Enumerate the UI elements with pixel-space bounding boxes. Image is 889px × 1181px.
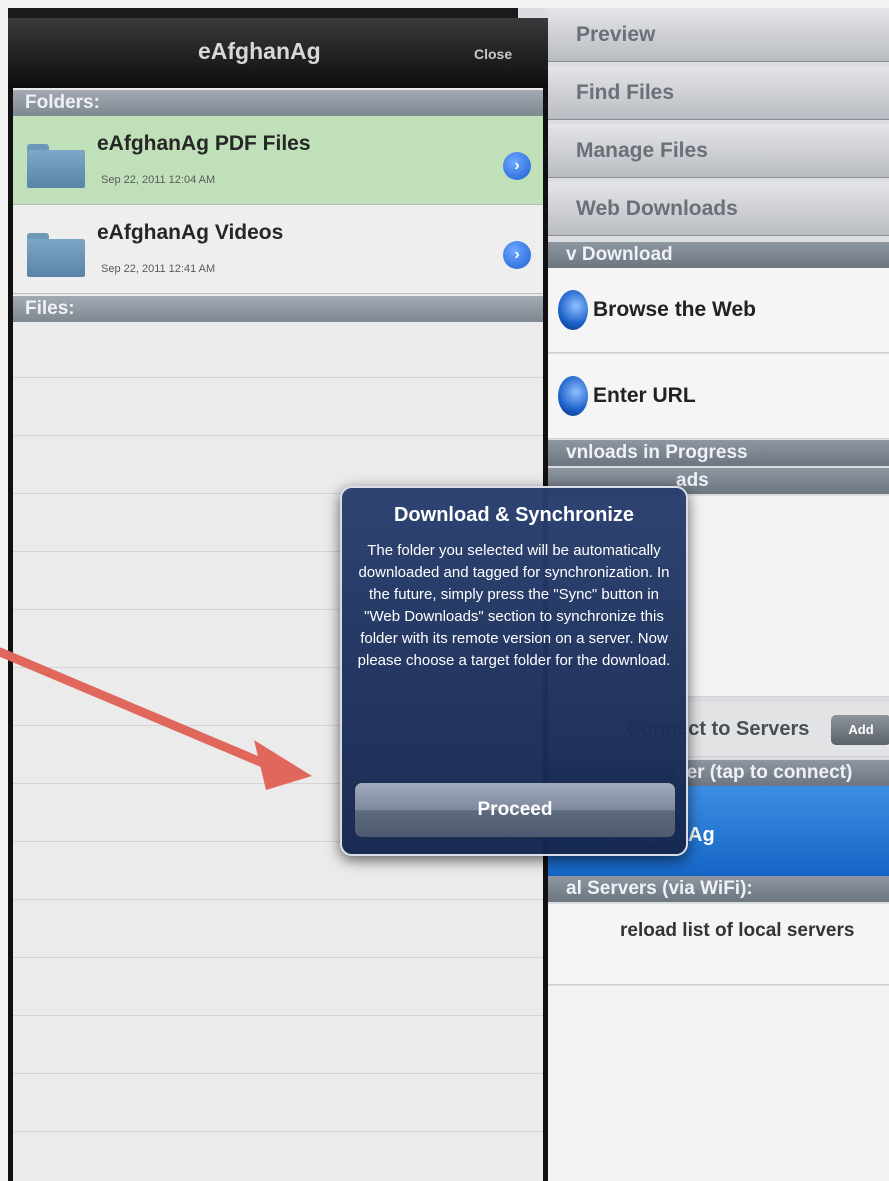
annotation-arrow-icon [0,647,312,790]
